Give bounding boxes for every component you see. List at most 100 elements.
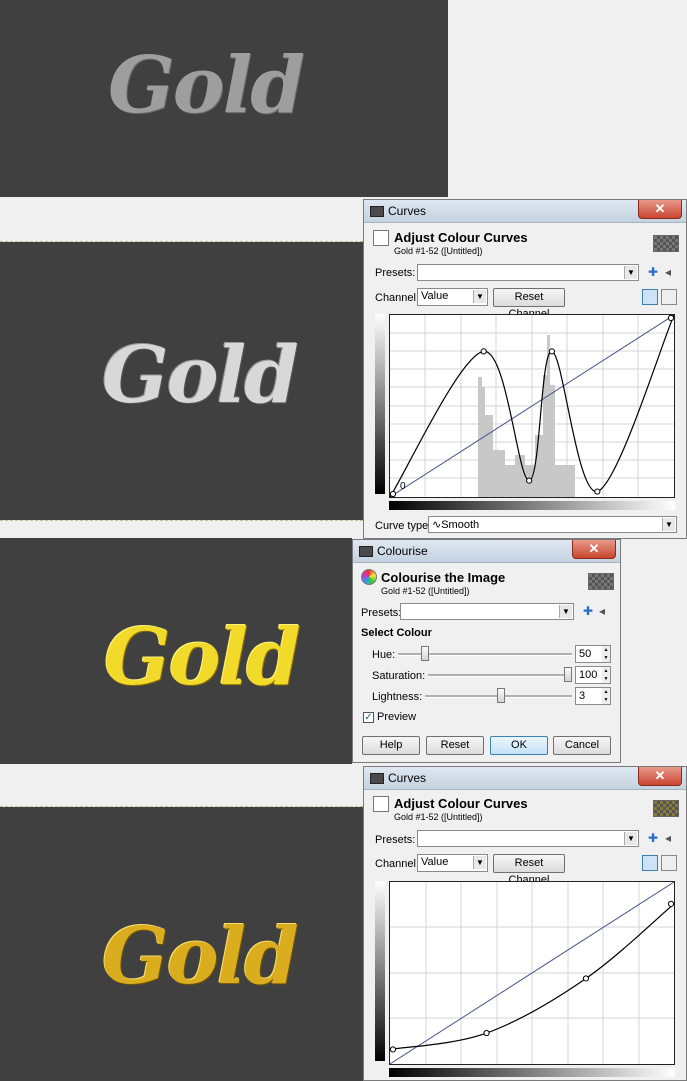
control-point-3[interactable] <box>667 900 674 907</box>
dropdown-arrow-icon: ▼ <box>559 605 572 618</box>
presets-combo[interactable]: ▼ <box>417 830 639 847</box>
spin-arrows-icon[interactable]: ▲ ▼ <box>602 688 610 704</box>
dropdown-arrow-icon: ▼ <box>624 266 637 279</box>
hue-spinbox[interactable]: 50 ▲ ▼ <box>575 645 611 663</box>
image-thumbnail <box>653 800 679 817</box>
preview-checkbox[interactable]: ✓ <box>363 712 374 723</box>
canvas-panel-1: Gold <box>0 0 448 197</box>
ok-button[interactable]: OK <box>490 736 548 755</box>
help-button[interactable]: Help <box>362 736 420 755</box>
output-gradient-bar <box>389 501 675 510</box>
presets-label: Presets: <box>375 267 416 279</box>
preview-label[interactable]: Preview <box>377 711 416 723</box>
canvas-panel-3: Gold <box>0 538 352 764</box>
saturation-value: 100 <box>579 669 598 681</box>
presets-combo[interactable]: ▼ <box>417 264 639 281</box>
close-button[interactable]: ✕ <box>572 540 616 559</box>
hue-label: Hue: <box>372 649 396 661</box>
presets-label: Presets: <box>375 834 416 846</box>
canvas-panel-4: Gold <box>0 807 363 1081</box>
linear-histogram-icon[interactable] <box>642 855 658 871</box>
add-preset-icon[interactable]: ✚ <box>648 832 658 844</box>
gimp-window-icon <box>359 546 373 557</box>
canvas-panel-3-right <box>621 538 687 764</box>
curve-type-label: Curve type: <box>375 520 432 532</box>
add-preset-icon[interactable]: ✚ <box>583 605 593 617</box>
control-point-2[interactable] <box>526 477 533 484</box>
cancel-button[interactable]: Cancel <box>553 736 611 755</box>
linear-histogram-icon[interactable] <box>642 289 658 305</box>
reset-button[interactable]: Reset <box>426 736 484 755</box>
channel-combo[interactable]: Value ▼ <box>417 288 488 306</box>
curves-titlebar-2[interactable]: Curves ✕ <box>364 767 686 790</box>
curves-icon <box>373 230 389 246</box>
curves-dialog-1: Curves ✕ Adjust Colour Curves Gold #1-52… <box>363 199 687 539</box>
smooth-curve-icon: ∿ <box>432 519 442 531</box>
image-thumbnail <box>588 573 614 590</box>
preset-menu-icon[interactable]: ◂ <box>665 266 671 278</box>
selection-outline-bottom-2 <box>0 520 363 521</box>
gimp-window-icon <box>370 773 384 784</box>
log-histogram-icon[interactable] <box>661 289 677 305</box>
select-colour-heading: Select Colour <box>361 627 432 639</box>
curve-graph[interactable] <box>389 881 675 1065</box>
reset-channel-button[interactable]: Reset Channel <box>493 288 565 320</box>
control-point-4[interactable] <box>594 488 601 495</box>
input-gradient-bar <box>375 881 385 1061</box>
preset-menu-icon[interactable]: ◂ <box>599 605 605 617</box>
dropdown-arrow-icon: ▼ <box>473 290 486 303</box>
saturation-slider-track[interactable] <box>428 674 572 677</box>
reset-channel-button[interactable]: Reset Channel <box>493 854 565 886</box>
dialog-title: Colourise the Image <box>381 570 506 585</box>
window-title: Colourise <box>377 544 428 558</box>
histogram <box>478 335 575 497</box>
dialog-subtitle: Gold #1-52 ([Untitled]) <box>394 812 483 822</box>
dialog-title: Adjust Colour Curves <box>394 230 528 245</box>
curves-icon <box>373 796 389 812</box>
curves-titlebar-1[interactable]: Curves ✕ <box>364 200 686 223</box>
close-button[interactable]: ✕ <box>638 767 682 786</box>
gold-text-yellow: Gold <box>104 612 301 703</box>
channel-label: Channel: <box>375 858 420 870</box>
preset-menu-icon[interactable]: ◂ <box>665 832 671 844</box>
spin-arrows-icon[interactable]: ▲ ▼ <box>602 667 610 683</box>
curve-type-value: Smooth <box>441 519 480 531</box>
image-thumbnail <box>653 235 679 252</box>
add-preset-icon[interactable]: ✚ <box>648 266 658 278</box>
saturation-slider[interactable] <box>564 667 572 682</box>
curve-graph-svg[interactable] <box>390 882 674 1064</box>
channel-value: Value <box>421 290 449 302</box>
presets-combo[interactable]: ▼ <box>400 603 574 620</box>
curve-graph[interactable]: 0 <box>389 314 675 498</box>
colourise-titlebar[interactable]: Colourise ✕ <box>353 540 620 563</box>
lightness-spinbox[interactable]: 3 ▲ ▼ <box>575 687 611 705</box>
hue-slider[interactable] <box>421 646 430 661</box>
saturation-spinbox[interactable]: 100 ▲ ▼ <box>575 666 611 684</box>
curve-graph-svg[interactable] <box>390 315 674 497</box>
dropdown-arrow-icon: ▼ <box>473 856 486 869</box>
control-point-5[interactable] <box>667 315 674 322</box>
window-title: Curves <box>388 204 427 218</box>
saturation-label: Saturation: <box>372 670 426 682</box>
dialog-title: Adjust Colour Curves <box>394 796 528 811</box>
gold-text-plain: Gold <box>108 40 305 131</box>
channel-value: Value <box>421 856 449 868</box>
control-point-3[interactable] <box>548 348 555 355</box>
lightness-value: 3 <box>579 690 586 702</box>
output-gradient-bar <box>389 1068 675 1077</box>
control-point-1[interactable] <box>483 1029 490 1037</box>
spin-arrows-icon[interactable]: ▲ ▼ <box>602 646 610 662</box>
control-point-0[interactable] <box>390 1046 397 1053</box>
close-button[interactable]: ✕ <box>638 200 682 219</box>
control-point-0[interactable] <box>390 490 397 497</box>
window-title: Curves <box>388 771 427 785</box>
log-histogram-icon[interactable] <box>661 855 677 871</box>
dropdown-arrow-icon: ▼ <box>624 832 637 845</box>
curve-type-combo[interactable]: ∿Smooth ▼ <box>428 516 677 533</box>
colourise-icon <box>361 569 377 585</box>
gold-text-final: Gold <box>102 911 299 1002</box>
control-point-1[interactable] <box>480 348 487 355</box>
lightness-slider[interactable] <box>496 688 505 703</box>
channel-combo[interactable]: Value ▼ <box>417 854 488 872</box>
control-point-2[interactable] <box>582 975 590 982</box>
